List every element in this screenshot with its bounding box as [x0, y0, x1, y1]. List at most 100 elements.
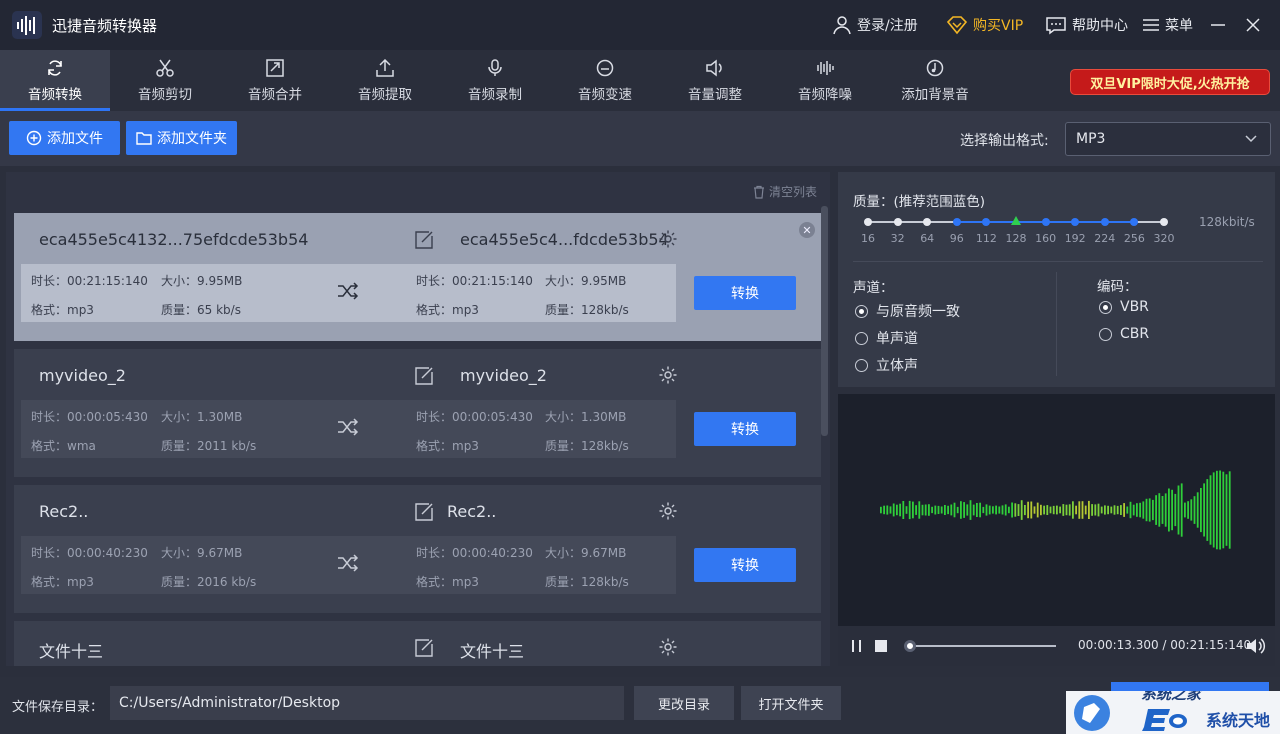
- source-size: 大小：9.67MB: [161, 546, 243, 560]
- quality-slider-dot[interactable]: [952, 218, 961, 226]
- encoding-option-cbr[interactable]: CBR: [1099, 326, 1149, 342]
- waveform-bar: [1030, 501, 1033, 519]
- tool-audio-convert[interactable]: 音频转换: [0, 50, 110, 111]
- waveform-bar: [883, 505, 885, 515]
- output-format-select[interactable]: MP3: [1065, 122, 1271, 156]
- waveform-bar: [1190, 499, 1193, 521]
- playback-progress-track[interactable]: [908, 645, 1056, 647]
- stop-icon[interactable]: [874, 639, 888, 653]
- waveform-bar: [1203, 483, 1205, 537]
- output-duration: 时长：00:21:15:140: [416, 274, 533, 288]
- tool-audio-cut[interactable]: 音频剪切: [110, 50, 220, 111]
- quality-slider-dot[interactable]: [923, 218, 932, 226]
- speaker-icon[interactable]: [1245, 637, 1267, 655]
- quality-slider-dot[interactable]: [1071, 218, 1080, 226]
- tool-audio-merge[interactable]: 音频合并: [220, 50, 330, 111]
- tool-noise-reduction[interactable]: 音频降噪: [770, 50, 880, 111]
- quality-slider-track[interactable]: [864, 216, 1168, 226]
- login-button[interactable]: 登录/注册: [832, 0, 918, 50]
- source-duration: 时长：00:00:40:230: [31, 546, 148, 560]
- waveform-bar: [1040, 504, 1042, 516]
- waveform-bar: [1056, 505, 1058, 515]
- watermark-shield-icon: [1074, 695, 1110, 731]
- waveform-bar: [1206, 479, 1209, 541]
- waveform-bar: [1136, 503, 1138, 517]
- file-list-item[interactable]: 文件十三 文件十三: [14, 621, 821, 666]
- tool-audio-speed[interactable]: 音频变速: [550, 50, 660, 111]
- buy-vip-button[interactable]: 购买VIP: [946, 0, 1023, 50]
- quality-slider-dot[interactable]: [864, 218, 872, 226]
- chevron-down-icon: [1245, 135, 1257, 143]
- tool-audio-record[interactable]: 音频录制: [440, 50, 550, 111]
- promo-banner[interactable]: 双旦VIP限时大促,火热开抢: [1070, 69, 1270, 95]
- file-list-item[interactable]: Rec2.. Rec2.. 时长：00:00:40:230 大小：9.67MB …: [14, 485, 821, 613]
- source-file-name: myvideo_2: [39, 366, 126, 385]
- gear-icon[interactable]: [658, 501, 678, 521]
- convert-button[interactable]: 转换: [694, 276, 796, 310]
- change-directory-button[interactable]: 更改目录: [634, 686, 734, 720]
- waveform-bar: [1100, 506, 1103, 514]
- quality-slider-dot[interactable]: [1160, 218, 1168, 226]
- waveform-bar: [1132, 504, 1135, 516]
- waveform-bar: [1078, 501, 1081, 519]
- channel-option-original[interactable]: 与原音频一致: [855, 301, 960, 321]
- waveform-bar: [1004, 504, 1007, 516]
- gear-icon[interactable]: [658, 365, 678, 385]
- convert-all-button[interactable]: [1111, 682, 1269, 691]
- channel-option-mono[interactable]: 单声道: [855, 328, 918, 348]
- tool-volume-adjust[interactable]: 音量调整: [660, 50, 770, 111]
- edit-icon[interactable]: [414, 638, 434, 658]
- edit-icon[interactable]: [414, 502, 434, 522]
- channel-option-stereo[interactable]: 立体声: [855, 355, 918, 375]
- file-list-item[interactable]: eca455e5c4132...75efdcde53b54 eca455e5c4…: [14, 213, 821, 341]
- quality-slider-dot[interactable]: [1130, 218, 1139, 226]
- quality-tick-label: 64: [920, 232, 935, 245]
- waveform-bar: [953, 502, 956, 518]
- list-scrollbar[interactable]: [821, 206, 828, 436]
- waveform-bar: [963, 502, 965, 518]
- quality-slider-dot[interactable]: [1041, 218, 1050, 226]
- output-size: 大小：9.67MB: [545, 546, 627, 560]
- waveform-bar: [956, 506, 959, 514]
- gear-icon[interactable]: [658, 637, 678, 657]
- remove-item-icon[interactable]: ✕: [799, 222, 815, 238]
- add-folder-button[interactable]: 添加文件夹: [126, 121, 237, 155]
- convert-button[interactable]: 转换: [694, 548, 796, 582]
- quality-slider-dot[interactable]: [1011, 216, 1021, 225]
- open-folder-button[interactable]: 打开文件夹: [741, 686, 841, 720]
- encoding-option-vbr[interactable]: VBR: [1099, 299, 1149, 315]
- waveform-bar: [960, 501, 962, 519]
- output-file-name: eca455e5c4...fdcde53b54: [460, 230, 669, 249]
- tool-background-music[interactable]: 添加背景音: [880, 50, 990, 111]
- quality-tick-label: 96: [949, 232, 964, 245]
- source-file-name: eca455e5c4132...75efdcde53b54: [39, 230, 309, 249]
- clear-list-label: 清空列表: [769, 185, 818, 199]
- quality-slider-dot[interactable]: [1100, 218, 1109, 226]
- close-icon[interactable]: [1245, 17, 1261, 33]
- output-format: 格式：mp3: [416, 439, 479, 453]
- add-file-button[interactable]: 添加文件: [9, 121, 120, 155]
- waveform: [880, 470, 1231, 550]
- menu-button[interactable]: 菜单: [1142, 0, 1193, 50]
- clear-list-button[interactable]: 清空列表: [752, 183, 817, 200]
- waveform-bar: [985, 504, 988, 516]
- edit-icon[interactable]: [414, 230, 434, 250]
- gear-icon[interactable]: [658, 229, 678, 249]
- convert-button[interactable]: 转换: [694, 412, 796, 446]
- minimize-icon[interactable]: [1210, 17, 1226, 33]
- quality-slider-dot[interactable]: [893, 218, 902, 226]
- waveform-bar: [886, 505, 889, 515]
- save-directory-input[interactable]: C:/Users/Administrator/Desktop: [110, 686, 624, 720]
- file-list-item[interactable]: myvideo_2 myvideo_2 时长：00:00:05:430 大小：1…: [14, 349, 821, 477]
- waveform-bar: [1228, 471, 1231, 549]
- edit-icon[interactable]: [414, 366, 434, 386]
- settings-panel: 质量：(推荐范围蓝色) 16 32 64 96 112 128 160 192 224 256 32…: [838, 172, 1275, 387]
- quality-slider-dot[interactable]: [982, 218, 991, 226]
- playback-progress-handle[interactable]: [904, 640, 916, 652]
- waveform-bar: [940, 506, 943, 514]
- watermark-text: 系统天地: [1206, 711, 1271, 730]
- help-center-button[interactable]: 帮助中心: [1045, 0, 1128, 50]
- pause-icon[interactable]: [850, 639, 864, 653]
- waveform-bar: [1187, 501, 1189, 519]
- tool-audio-extract[interactable]: 音频提取: [330, 50, 440, 111]
